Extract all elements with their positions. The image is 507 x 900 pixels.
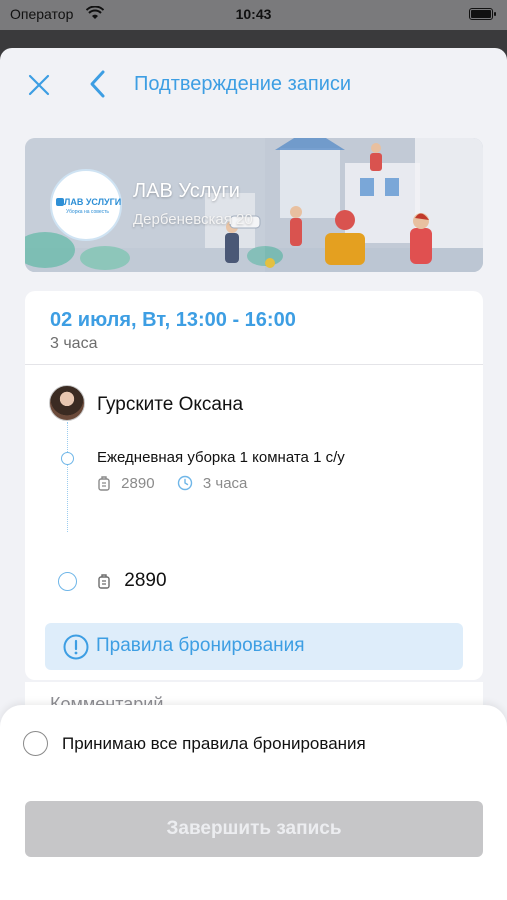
booking-rules-label: Правила бронирования (96, 635, 305, 656)
divider (25, 364, 483, 365)
nav-bar: Подтверждение записи (0, 48, 507, 120)
agree-rules-label[interactable]: Принимаю все правила бронирования (62, 734, 366, 754)
logo-mark-icon (56, 198, 64, 206)
total-row: 2890 (97, 570, 167, 592)
service-meta: 2890 3 часа (97, 474, 247, 494)
booking-rules-button[interactable]: Правила бронирования (45, 623, 463, 670)
avatar (49, 385, 85, 421)
bottom-panel: Принимаю все правила бронирования Заверш… (0, 705, 507, 900)
appointment-datetime: 02 июля, Вт, 13:00 - 16:00 (50, 309, 296, 331)
master-name: Гурските Оксана (97, 394, 244, 415)
status-bar: Оператор 10:43 (0, 0, 507, 30)
clock: 10:43 (235, 6, 272, 22)
info-icon (63, 634, 89, 660)
business-logo: ЛАВ УСЛУГИ Уборка на совесть (50, 169, 122, 241)
complete-booking-button[interactable]: Завершить запись (25, 801, 483, 857)
timeline-dot (61, 452, 74, 465)
business-banner: ЛАВ УСЛУГИ Уборка на совесть ЛАВ Услуги … (25, 138, 483, 272)
logo-tagline: Уборка на совесть (66, 209, 110, 215)
clock-icon (177, 475, 192, 491)
price-tag-icon (98, 476, 110, 491)
timeline-total-dot (58, 572, 77, 591)
agree-rules-checkbox[interactable] (23, 731, 48, 756)
service-duration: 3 часа (202, 474, 248, 492)
total-price: 2890 (124, 570, 167, 591)
appointment-duration: 3 часа (50, 335, 98, 352)
battery-icon (469, 8, 496, 20)
service-price: 2890 (121, 474, 155, 492)
chevron-left-icon[interactable] (88, 68, 108, 100)
close-icon[interactable] (26, 72, 52, 98)
timeline-connector (67, 422, 68, 532)
appointment-card: 02 июля, Вт, 13:00 - 16:00 3 часа Гурски… (25, 291, 483, 680)
business-address: Дербеневская 20 (133, 211, 253, 228)
business-name: ЛАВ Услуги (133, 180, 240, 202)
page-title: Подтверждение записи (134, 73, 352, 95)
price-tag-icon (98, 574, 110, 589)
service-name: Ежедневная уборка 1 комната 1 с/у (97, 449, 345, 466)
logo-text: ЛАВ УСЛУГИ (64, 197, 122, 207)
